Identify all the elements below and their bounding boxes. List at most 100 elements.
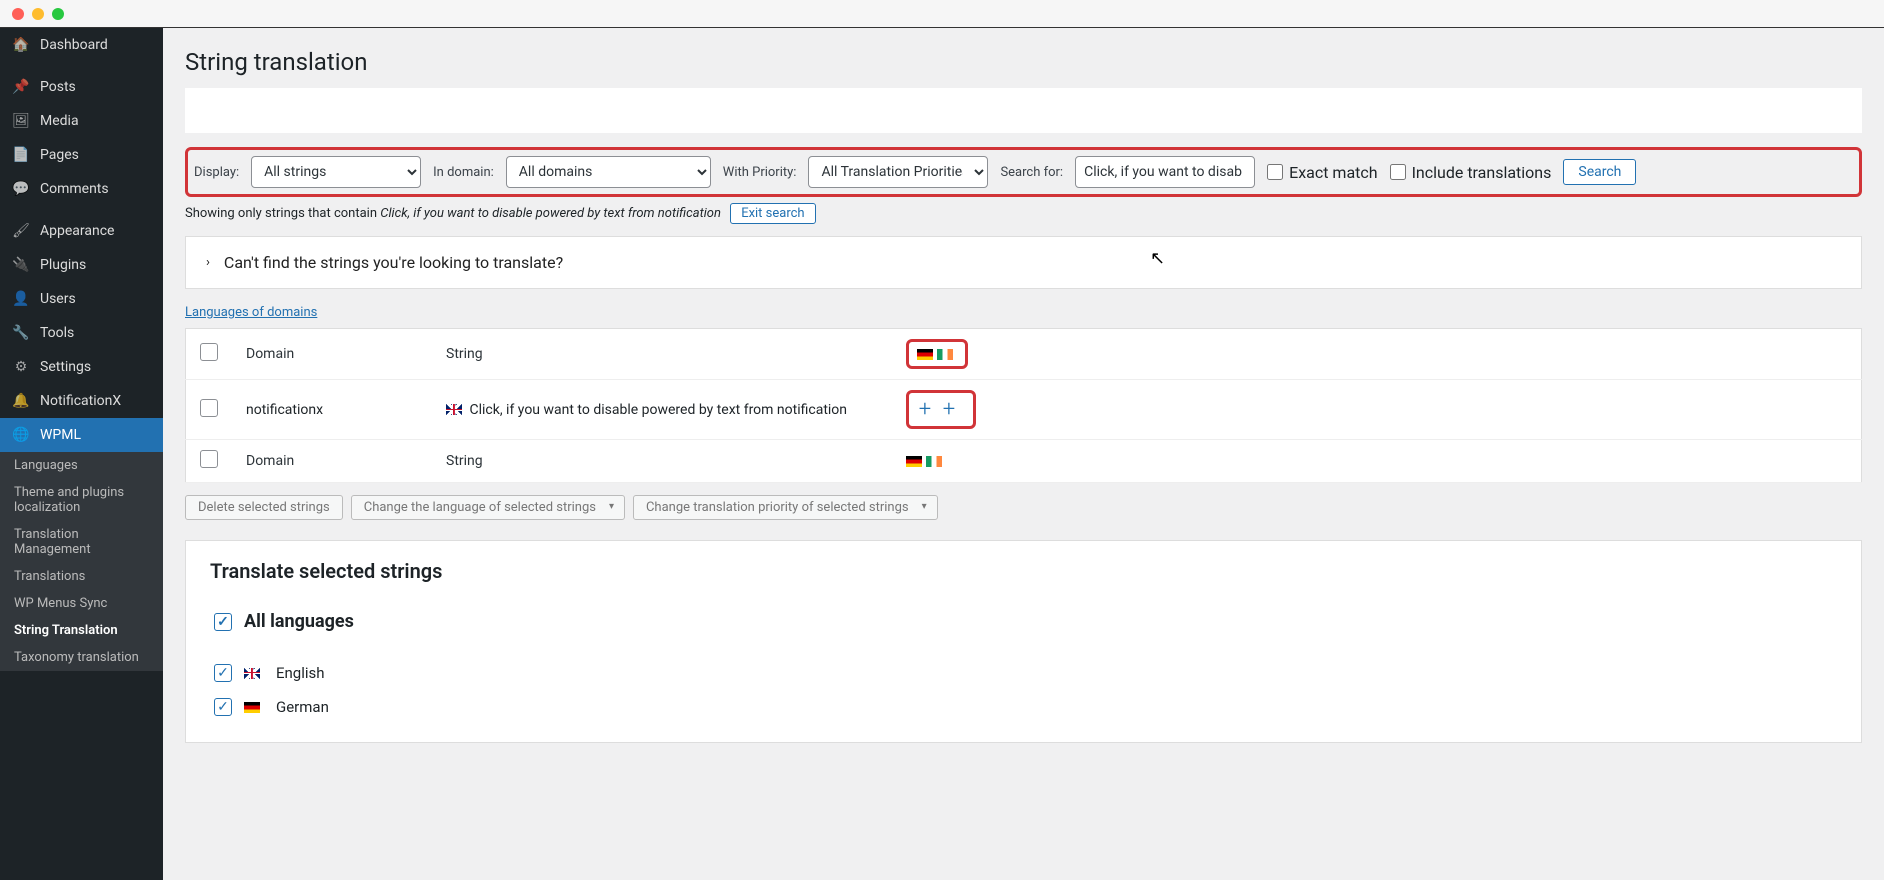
display-label: Display:: [194, 165, 239, 180]
search-button[interactable]: Search: [1563, 159, 1636, 185]
close-icon[interactable]: [12, 8, 24, 20]
help-text: Can't find the strings you're looking to…: [224, 253, 563, 272]
domain-select[interactable]: All domains: [506, 156, 711, 188]
minimize-icon[interactable]: [32, 8, 44, 20]
row-checkbox[interactable]: [200, 399, 218, 417]
media-icon: 🖼: [12, 113, 30, 129]
flag-uk-icon: [244, 668, 260, 679]
search-label: Search for:: [1000, 165, 1063, 180]
flag-ie-icon: [937, 349, 953, 360]
sidebar-label: Pages: [40, 147, 79, 163]
row-string: Click, if you want to disable powered by…: [432, 380, 892, 440]
exact-match-label: Exact match: [1289, 163, 1377, 182]
sidebar-label: Posts: [40, 79, 76, 95]
sidebar-item-posts[interactable]: 📌 Posts: [0, 70, 163, 104]
change-priority-select[interactable]: Change translation priority of selected …: [633, 495, 938, 520]
notice-blurred: [185, 88, 1862, 133]
th-domain: Domain: [232, 329, 432, 380]
window-titlebar: [0, 0, 1884, 28]
wrench-icon: 🔧: [12, 325, 30, 341]
include-translations-checkbox[interactable]: [1390, 164, 1406, 180]
sidebar-item-media[interactable]: 🖼 Media: [0, 104, 163, 138]
search-input[interactable]: [1075, 156, 1255, 188]
sidebar-label: Tools: [40, 325, 74, 341]
submenu-string-translation[interactable]: String Translation: [0, 617, 163, 644]
german-checkbox[interactable]: ✓: [214, 698, 232, 716]
submenu-translation-management[interactable]: Translation Management: [0, 521, 163, 563]
gear-icon: ⚙: [12, 359, 30, 375]
all-languages-row[interactable]: ✓ All languages: [210, 603, 1837, 640]
flag-ie-icon: [926, 456, 942, 467]
main-content: String translation Display: All strings …: [163, 28, 1884, 880]
add-translation-de-button[interactable]: +: [917, 397, 933, 422]
sidebar-label: Plugins: [40, 257, 86, 273]
maximize-icon[interactable]: [52, 8, 64, 20]
brush-icon: 🖌: [12, 223, 30, 239]
filter-bar: Display: All strings In domain: All doma…: [185, 147, 1862, 197]
all-languages-checkbox[interactable]: ✓: [214, 613, 232, 631]
sidebar-item-dashboard[interactable]: 🏠Dashboard: [0, 28, 163, 62]
sidebar-label: Appearance: [40, 223, 114, 239]
search-result-summary: Showing only strings that contain Click,…: [185, 203, 1862, 224]
th-string: String: [432, 440, 892, 483]
sidebar-label: Users: [40, 291, 76, 307]
user-icon: 👤: [12, 291, 30, 307]
languages-of-domains-link[interactable]: Languages of domains: [185, 305, 317, 320]
sidebar-item-appearance[interactable]: 🖌 Appearance: [0, 214, 163, 248]
pin-icon: 📌: [12, 79, 30, 95]
sidebar-item-users[interactable]: 👤 Users: [0, 282, 163, 316]
sidebar-label: NotificationX: [40, 393, 121, 409]
all-languages-label: All languages: [244, 611, 354, 632]
admin-sidebar: 🏠Dashboard 📌 Posts 🖼 Media 📄 Pages 💬 Comment…: [0, 28, 163, 880]
sidebar-label: Settings: [40, 359, 91, 375]
language-label: German: [276, 698, 329, 716]
sidebar-label: WPML: [40, 427, 81, 443]
sidebar-label: Comments: [40, 181, 109, 197]
include-translations-label: Include translations: [1412, 163, 1552, 182]
sidebar-item-settings[interactable]: ⚙ Settings: [0, 350, 163, 384]
exit-search-button[interactable]: Exit search: [730, 203, 815, 224]
translate-selected-panel: Translate selected strings ✓ All languag…: [185, 540, 1862, 743]
bell-icon: 🔔: [12, 393, 30, 409]
submenu-languages[interactable]: Languages: [0, 452, 163, 479]
exact-match-checkbox[interactable]: [1267, 164, 1283, 180]
language-label: English: [276, 664, 325, 682]
th-domain: Domain: [232, 440, 432, 483]
panel-title: Translate selected strings: [210, 559, 1837, 583]
sidebar-item-pages[interactable]: 📄 Pages: [0, 138, 163, 172]
sidebar-label: Media: [40, 113, 79, 129]
sidebar-item-plugins[interactable]: 🔌 Plugins: [0, 248, 163, 282]
help-expand-box[interactable]: › Can't find the strings you're looking …: [185, 236, 1862, 289]
add-translation-ie-button[interactable]: +: [941, 397, 957, 422]
row-domain: notificationx: [232, 380, 432, 440]
flag-de-icon: [917, 349, 933, 360]
page-icon: 📄: [12, 147, 30, 163]
english-checkbox[interactable]: ✓: [214, 664, 232, 682]
th-string: String: [432, 329, 892, 380]
globe-icon: 🌐: [12, 427, 30, 443]
priority-select[interactable]: All Translation Priorities: [808, 156, 988, 188]
priority-label: With Priority:: [723, 165, 797, 180]
sidebar-item-notificationx[interactable]: 🔔 NotificationX: [0, 384, 163, 418]
submenu-wp-menus-sync[interactable]: WP Menus Sync: [0, 590, 163, 617]
plugin-icon: 🔌: [12, 257, 30, 273]
sidebar-item-tools[interactable]: 🔧 Tools: [0, 316, 163, 350]
language-row-english[interactable]: ✓ English: [210, 656, 1837, 690]
comment-icon: 💬: [12, 181, 30, 197]
bulk-action-row: Delete selected strings Change the langu…: [185, 495, 1862, 520]
submenu-translations[interactable]: Translations: [0, 563, 163, 590]
language-row-german[interactable]: ✓ German: [210, 690, 1837, 724]
strings-table: Domain String notificationx Click, if yo…: [185, 328, 1862, 483]
flag-uk-icon: [446, 404, 462, 415]
sidebar-item-comments[interactable]: 💬 Comments: [0, 172, 163, 206]
change-language-select[interactable]: Change the language of selected strings: [351, 495, 625, 520]
select-all-checkbox[interactable]: [200, 450, 218, 468]
submenu-theme-localization[interactable]: Theme and plugins localization: [0, 479, 163, 521]
delete-selected-button[interactable]: Delete selected strings: [185, 495, 343, 520]
submenu-taxonomy-translation[interactable]: Taxonomy translation: [0, 644, 163, 671]
select-all-checkbox[interactable]: [200, 343, 218, 361]
display-select[interactable]: All strings: [251, 156, 421, 188]
sidebar-item-wpml[interactable]: 🌐 WPML: [0, 418, 163, 452]
sidebar-submenu: Languages Theme and plugins localization…: [0, 452, 163, 671]
th-flags: [892, 329, 1862, 380]
